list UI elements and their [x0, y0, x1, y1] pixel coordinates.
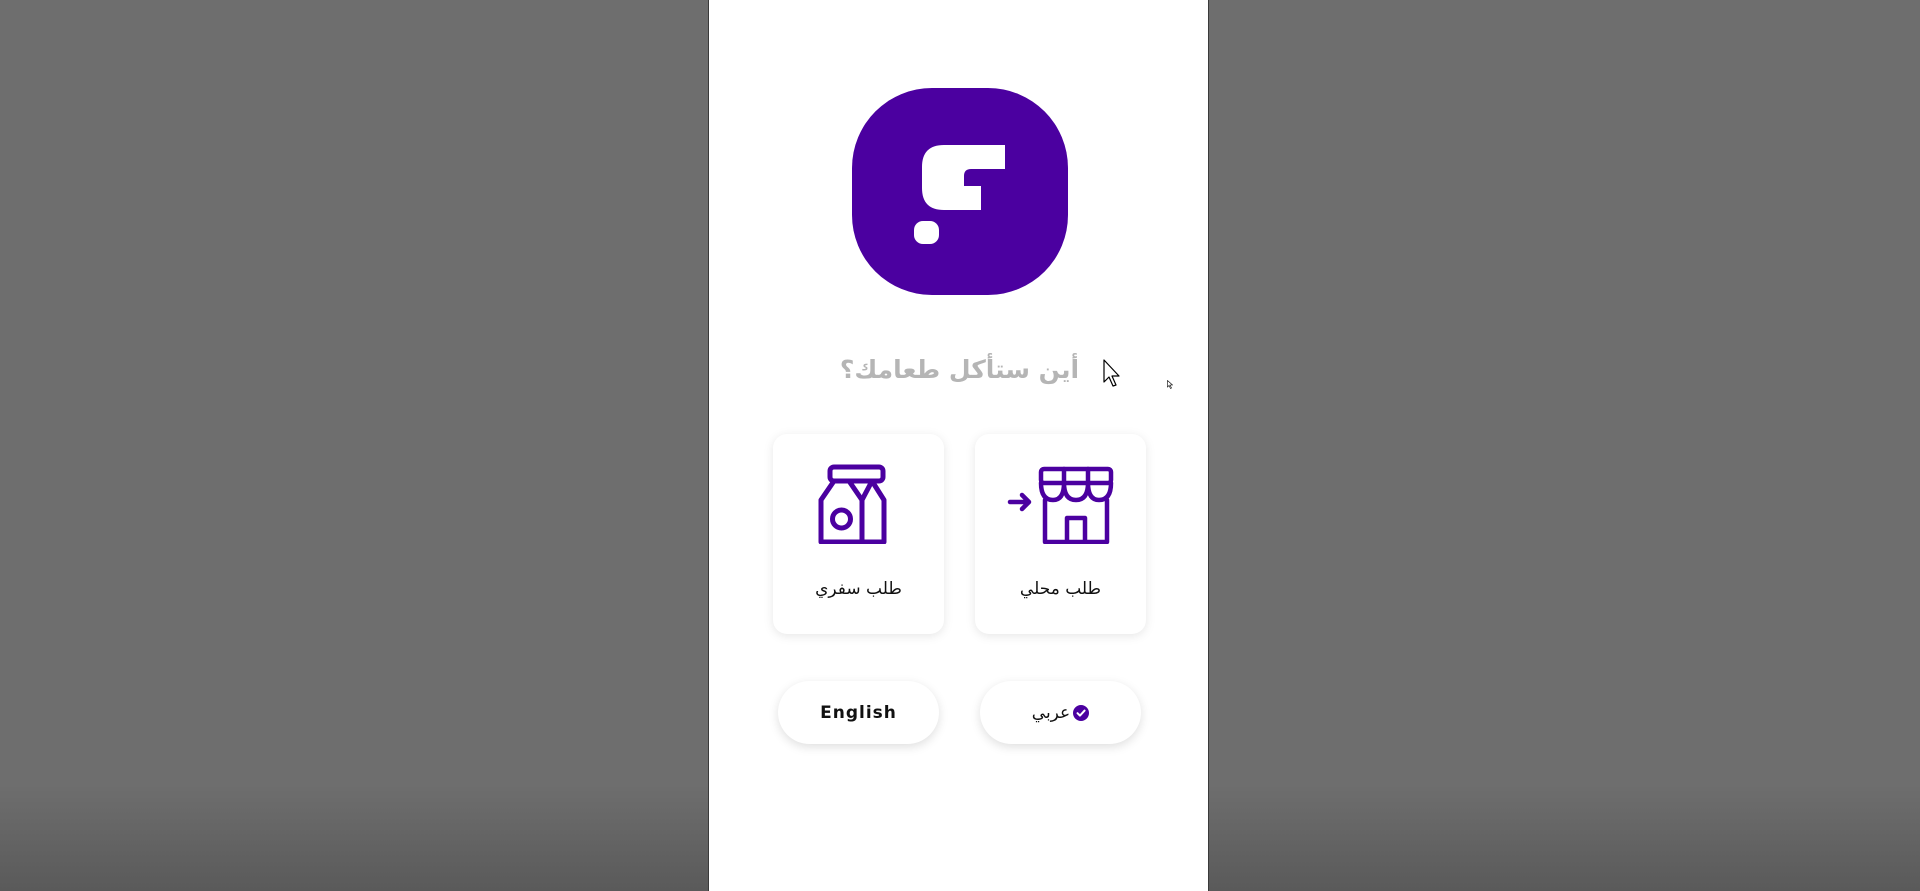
takeaway-option[interactable]: طلب سفري	[773, 434, 944, 634]
arabic-language-label: عربي	[1031, 702, 1071, 723]
app-screen: أين ستأكل طعامك؟ طلب محلي طلب سفري Engli…	[708, 0, 1209, 891]
page-question: أين ستأكل طعامك؟	[839, 355, 1080, 384]
english-language-button[interactable]: English	[778, 681, 939, 744]
logo-mark-icon	[914, 145, 1005, 244]
dine-in-label: طلب محلي	[1019, 579, 1102, 599]
small-cursor-icon	[1167, 380, 1173, 389]
brand-logo	[852, 88, 1068, 295]
store-enter-icon	[1007, 466, 1114, 544]
takeaway-label: طلب سفري	[815, 579, 902, 599]
takeaway-bag-icon	[818, 464, 887, 544]
english-language-label: English	[820, 702, 897, 723]
dine-in-option[interactable]: طلب محلي	[975, 434, 1146, 634]
check-circle-icon	[1073, 704, 1090, 721]
arabic-language-button[interactable]: عربي	[980, 681, 1141, 744]
mouse-cursor-icon	[1103, 359, 1120, 387]
